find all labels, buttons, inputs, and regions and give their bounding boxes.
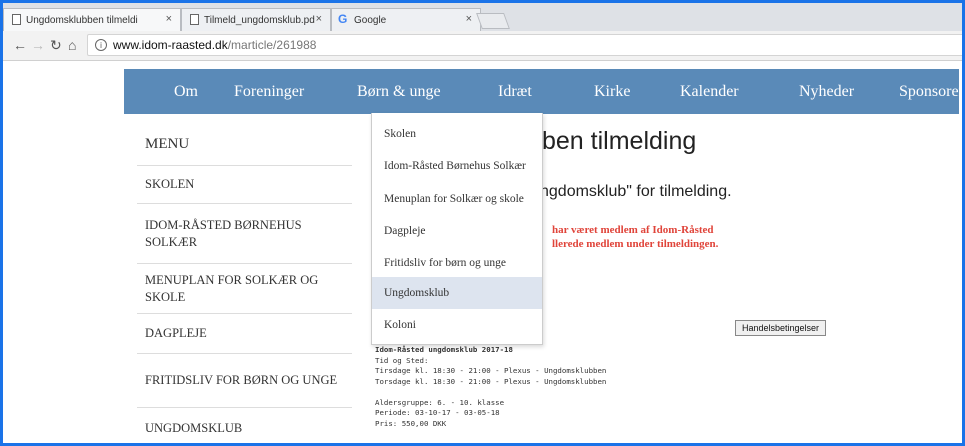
nav-foreninger[interactable]: Foreninger	[234, 69, 304, 114]
club-info-line: Pris: 550,00 DKK	[375, 418, 447, 428]
sidebar-item-skolen[interactable]: SKOLEN	[137, 166, 352, 204]
sidebar-item-bornehus[interactable]: IDOM-RÅSTED BØRNEHUS SOLKÆR	[137, 204, 352, 264]
main-navbar: Om Foreninger Børn & unge Idræt Kirke Ka…	[124, 69, 962, 114]
handelsbetingelser-button[interactable]: Handelsbetingelser	[735, 320, 827, 336]
dropdown-item-ungdomsklub[interactable]: Ungdomsklub	[372, 277, 542, 309]
home-icon[interactable]: ⌂	[68, 37, 76, 53]
sidebar-menu: MENU SKOLEN IDOM-RÅSTED BØRNEHUS SOLKÆR …	[137, 125, 352, 443]
club-info: Idom-Råsted ungdomsklub 2017-18 Tid og S…	[375, 345, 606, 429]
browser-window: Ungdomsklubben tilmeldi × Tilmeld_ungdom…	[3, 3, 962, 443]
tab-tilmeld-pdf[interactable]: Tilmeld_ungdomsklub.pd ×	[181, 8, 331, 31]
back-icon[interactable]: ←	[13, 37, 27, 53]
nav-kirke[interactable]: Kirke	[594, 69, 630, 114]
tab-title: Ungdomsklubben tilmeldi	[26, 14, 138, 26]
dropdown-item-bornehus[interactable]: Idom-Råsted Børnehus Solkær	[372, 150, 542, 182]
warning-line: har været medlem af Idom-Råsted	[552, 224, 714, 236]
tab-strip: Ungdomsklubben tilmeldi × Tilmeld_ungdom…	[3, 3, 962, 31]
url-host: www.idom-raasted.dk	[113, 38, 228, 52]
dropdown-item-dagpleje[interactable]: Dagpleje	[372, 215, 542, 247]
nav-nyheder[interactable]: Nyheder	[799, 69, 854, 114]
tab-title: Google	[354, 14, 387, 26]
club-info-spacer	[375, 387, 606, 398]
club-info-title: Idom-Råsted ungdomsklub 2017-18	[375, 345, 513, 354]
tab-title: Tilmeld_ungdomsklub.pd	[204, 14, 315, 26]
close-icon[interactable]: ×	[316, 13, 322, 25]
sidebar-item-menuplan[interactable]: MENUPLAN FOR SOLKÆR OG SKOLE	[137, 264, 352, 314]
warning-text: har været medlem af Idom-Råsted llerede …	[552, 223, 718, 251]
address-bar[interactable]: i www.idom-raasted.dk/marticle/261988	[87, 34, 962, 56]
sidebar-item-dagpleje[interactable]: DAGPLEJE	[137, 314, 352, 354]
menu-title: MENU	[137, 125, 352, 166]
nav-kalender[interactable]: Kalender	[680, 69, 739, 114]
nav-born-unge[interactable]: Børn & unge	[357, 69, 441, 114]
nav-idraet[interactable]: Idræt	[498, 69, 532, 114]
dropdown-item-fritidsliv[interactable]: Fritidsliv for børn og unge	[372, 247, 542, 279]
dropdown-item-menuplan[interactable]: Menuplan for Solkær og skole	[372, 183, 542, 215]
club-info-line: Periode: 03-10-17 - 03-05-18	[375, 408, 500, 417]
sidebar-item-fritidsliv[interactable]: FRITIDSLIV FOR BØRN OG UNGE	[137, 354, 352, 408]
warning-line: llerede medlem under tilmeldingen.	[552, 238, 719, 250]
sidebar-item-ungdomsklub[interactable]: UNGDOMSKLUB	[137, 408, 352, 443]
close-icon[interactable]: ×	[466, 13, 472, 25]
club-info-line: Tirsdage kl. 18:30 - 21:00 - Plexus - Un…	[375, 366, 607, 375]
close-icon[interactable]: ×	[166, 13, 172, 25]
page-icon	[190, 14, 199, 25]
reload-icon[interactable]: ↻	[50, 37, 62, 54]
page-title: ben tilmelding	[542, 127, 697, 155]
tab-google[interactable]: G Google ×	[331, 8, 481, 31]
forward-icon[interactable]: →	[31, 37, 45, 53]
club-info-line: Tid og Sted:	[375, 355, 429, 365]
dropdown-item-koloni[interactable]: Koloni	[372, 309, 542, 341]
nav-sponsorer[interactable]: Sponsorer	[899, 69, 962, 114]
info-icon[interactable]: i	[95, 39, 107, 51]
club-info-line: Aldersgruppe: 6. - 10. klasse	[375, 397, 505, 407]
tab-ungdomsklubben[interactable]: Ungdomsklubben tilmeldi ×	[3, 8, 181, 31]
google-icon: G	[338, 12, 348, 26]
url-path: /marticle/261988	[227, 38, 317, 52]
page-subtitle: ngdomsklub" for tilmelding.	[540, 183, 732, 200]
new-tab-button[interactable]	[476, 13, 510, 29]
dropdown-item-skolen[interactable]: Skolen	[372, 118, 542, 150]
nav-om[interactable]: Om	[174, 69, 198, 114]
club-info-line: Torsdage kl. 18:30 - 21:00 - Plexus - Un…	[375, 376, 607, 386]
born-unge-dropdown: Skolen Idom-Råsted Børnehus Solkær Menup…	[371, 113, 543, 345]
page-icon	[12, 14, 21, 25]
address-toolbar: ← → ↻ ⌂ i www.idom-raasted.dk/marticle/2…	[3, 31, 962, 61]
